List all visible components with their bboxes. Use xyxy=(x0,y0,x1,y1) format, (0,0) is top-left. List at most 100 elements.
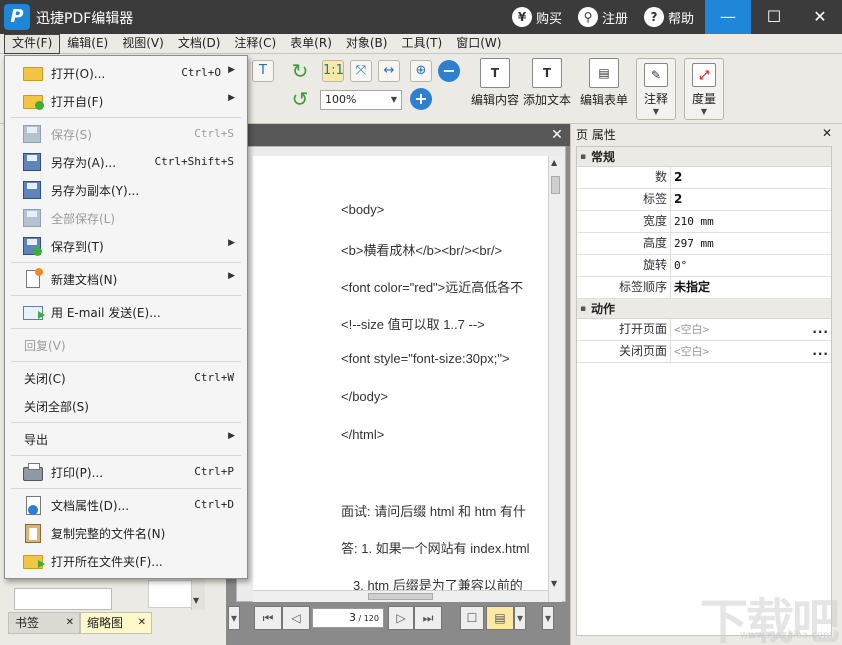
document-vertical-scrollbar[interactable]: ▲ ▼ xyxy=(548,156,562,602)
prev-page-button[interactable]: ◁ xyxy=(282,606,310,630)
menu-item-save[interactable]: 保存(S) Ctrl+S xyxy=(5,121,247,147)
property-row[interactable]: 打开页面 <空白>... xyxy=(577,319,831,341)
menu-item-open-from[interactable]: 打开自(F) ▶ xyxy=(5,88,247,114)
document-horizontal-scrollbar[interactable] xyxy=(253,590,548,602)
next-page-button[interactable]: ▷ xyxy=(388,606,414,630)
chevron-down-icon[interactable]: ▾ xyxy=(542,606,554,630)
menu-item-revert[interactable]: 回复(V) xyxy=(5,332,247,358)
continuous-page-button[interactable]: ▤ xyxy=(486,606,514,630)
tab-thumbnails[interactable]: 缩略图 ✕ xyxy=(80,612,152,634)
document-info-icon xyxy=(23,496,43,515)
chevron-down-icon[interactable]: ▾ xyxy=(228,606,240,630)
section-actions[interactable]: 动作 xyxy=(577,299,831,319)
close-icon[interactable]: ✕ xyxy=(138,613,146,633)
property-value: 0° xyxy=(674,259,688,272)
menu-item-send-email[interactable]: 用 E-mail 发送(E)... xyxy=(5,299,247,325)
menu-comment[interactable]: 注释(C) xyxy=(227,34,283,54)
select-text-button[interactable]: T xyxy=(252,60,274,82)
properties-table: 常规 数2 标签2 宽度210 mm 高度297 mm 旋转0° 标签顺序未指定… xyxy=(576,146,832,636)
close-icon[interactable]: ✕ xyxy=(822,126,832,140)
zoom-select[interactable]: 100% ▼ xyxy=(320,90,402,110)
menu-item-export[interactable]: 导出 ▶ xyxy=(5,426,247,452)
chevron-down-icon[interactable]: ▼ xyxy=(193,596,199,605)
section-general[interactable]: 常规 xyxy=(577,147,831,167)
actual-size-button[interactable]: 1:1 xyxy=(322,60,344,82)
add-text-button[interactable]: T 添加文本 xyxy=(522,58,572,120)
menu-tools[interactable]: 工具(T) xyxy=(394,34,449,54)
page-number-field[interactable]: 3 / 120 xyxy=(312,608,384,628)
menu-document[interactable]: 文档(D) xyxy=(171,34,228,54)
menu-item-save-as[interactable]: 另存为(A)... Ctrl+Shift+S xyxy=(5,149,247,175)
zoom-in-button[interactable]: ⊕ xyxy=(410,60,432,82)
property-row[interactable]: 关闭页面 <空白>... xyxy=(577,341,831,363)
page-current: 3 xyxy=(348,611,356,624)
property-row[interactable]: 数2 xyxy=(577,167,831,189)
close-button[interactable]: ✕ xyxy=(797,0,842,34)
edit-form-button[interactable]: ▤ 编辑表单 xyxy=(578,58,630,120)
watermark-url: www.xiazaiba.com xyxy=(740,630,833,641)
first-page-button[interactable]: ⏮ xyxy=(254,606,282,630)
property-row[interactable]: 标签 2 xyxy=(577,189,831,211)
more-button[interactable]: ... xyxy=(812,341,829,362)
scrollbar-thumb[interactable] xyxy=(368,593,433,600)
fit-width-button[interactable]: ↔ xyxy=(378,60,400,82)
submenu-arrow-icon: ▶ xyxy=(228,271,235,281)
document-page[interactable]: <body> <b>横看成林</b><br/><br/> <font color… xyxy=(253,156,548,602)
page-thumbnail[interactable] xyxy=(148,580,192,608)
menu-edit[interactable]: 编辑(E) xyxy=(60,34,115,54)
last-page-button[interactable]: ⏭ xyxy=(414,606,442,630)
tab-bookmarks[interactable]: 书签 ✕ xyxy=(8,612,80,634)
menu-item-print[interactable]: 打印(P)... Ctrl+P xyxy=(5,459,247,485)
more-button[interactable]: ... xyxy=(812,319,829,340)
menu-item-open[interactable]: 打开(O)... Ctrl+O ▶ xyxy=(5,60,247,86)
help-link[interactable]: ? 帮助 xyxy=(644,7,694,27)
close-document-icon[interactable]: ✕ xyxy=(548,125,566,145)
annotate-button[interactable]: ✎ 注释 ▼ xyxy=(636,58,676,120)
user-icon: ⚲ xyxy=(578,7,598,27)
buy-link[interactable]: ¥ 购买 xyxy=(512,7,562,27)
menu-item-label: 打开(O)... xyxy=(51,67,106,81)
menu-item-new-document[interactable]: 新建文档(N) ▶ xyxy=(5,266,247,292)
menu-item-label: 回复(V) xyxy=(24,339,66,353)
menu-item-label: 打开自(F) xyxy=(51,95,104,109)
menu-view[interactable]: 视图(V) xyxy=(115,34,171,54)
menu-form[interactable]: 表单(R) xyxy=(283,34,339,54)
rotate-cw-icon[interactable]: ↻ xyxy=(289,60,311,82)
minimize-button[interactable]: — xyxy=(705,0,751,34)
chevron-up-icon[interactable]: ▲ xyxy=(551,158,557,167)
menu-item-open-folder[interactable]: 打开所在文件夹(F)... xyxy=(5,548,247,574)
chevron-down-icon[interactable]: ▾ xyxy=(514,606,526,630)
property-key: 宽度 xyxy=(577,211,671,232)
first-page-icon: ⏮ xyxy=(262,611,274,625)
menu-object[interactable]: 对象(B) xyxy=(339,34,395,54)
menu-item-save-all[interactable]: 全部保存(L) xyxy=(5,205,247,231)
property-row[interactable]: 宽度 210 mm xyxy=(577,211,831,233)
register-link[interactable]: ⚲ 注册 xyxy=(578,7,628,27)
scrollbar-thumb[interactable] xyxy=(551,176,560,194)
zoom-out-icon[interactable]: − xyxy=(438,60,460,82)
menu-item-document-properties[interactable]: 文档属性(D)... Ctrl+D xyxy=(5,492,247,518)
property-row[interactable]: 高度 297 mm xyxy=(577,233,831,255)
menu-item-save-to[interactable]: 保存到(T) ▶ xyxy=(5,233,247,259)
measure-button[interactable]: ⤢ 度量 ▼ xyxy=(684,58,724,120)
rotate-ccw-icon[interactable]: ↺ xyxy=(289,88,311,110)
submenu-arrow-icon: ▶ xyxy=(228,431,235,441)
menu-item-close[interactable]: 关闭(C) Ctrl+W xyxy=(5,365,247,391)
maximize-button[interactable]: ☐ xyxy=(751,0,797,34)
single-page-button[interactable]: ☐ xyxy=(460,606,484,630)
document-line: </html> xyxy=(341,427,385,442)
fit-page-button[interactable]: ⤧ xyxy=(350,60,372,82)
page-thumbnail[interactable] xyxy=(14,588,112,610)
menu-item-copy-filename[interactable]: 复制完整的文件名(N) xyxy=(5,520,247,546)
menu-window[interactable]: 窗口(W) xyxy=(449,34,508,54)
menu-file[interactable]: 文件(F) xyxy=(4,34,61,54)
property-row[interactable]: 旋转 0° xyxy=(577,255,831,277)
property-row[interactable]: 标签顺序 未指定 xyxy=(577,277,831,299)
edit-content-button[interactable]: T 编辑内容 xyxy=(470,58,520,120)
menu-item-label: 导出 xyxy=(24,433,49,447)
chevron-down-icon[interactable]: ▼ xyxy=(551,579,557,588)
zoom-plus-icon[interactable]: + xyxy=(410,88,432,110)
menu-item-close-all[interactable]: 关闭全部(S) xyxy=(5,393,247,419)
close-icon[interactable]: ✕ xyxy=(66,613,74,633)
menu-item-save-copy[interactable]: 另存为副本(Y)... xyxy=(5,177,247,203)
